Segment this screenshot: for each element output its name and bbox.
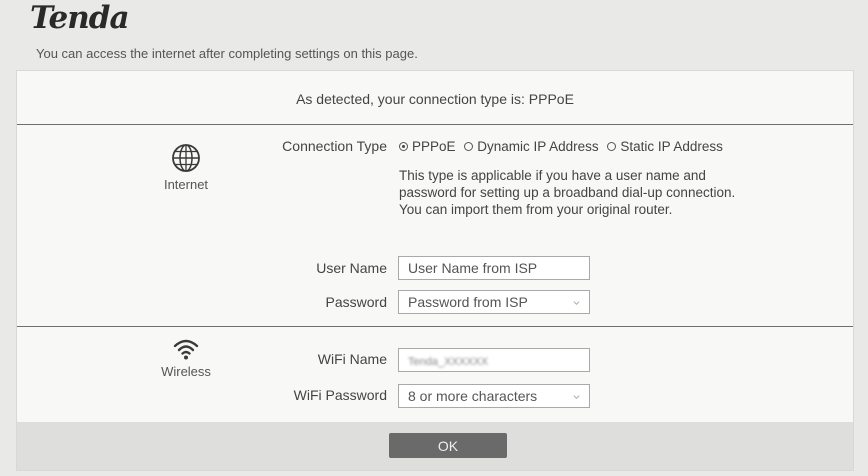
tenda-logo: Tenda	[30, 0, 130, 36]
radio-dynamic-ip[interactable]: Dynamic IP Address	[464, 139, 599, 154]
connection-type-label: Connection Type	[282, 138, 387, 154]
password-label: Password	[325, 294, 387, 310]
radio-static-ip-label: Static IP Address	[620, 139, 723, 154]
radio-static-ip[interactable]: Static IP Address	[607, 139, 723, 154]
radio-unselected-icon	[607, 142, 617, 151]
page-subtitle: You can access the internet after comple…	[36, 46, 418, 61]
radio-dynamic-ip-label: Dynamic IP Address	[477, 139, 599, 154]
footer-bar: OK	[17, 422, 853, 470]
wireless-section-label: Wireless	[161, 364, 211, 379]
radio-selected-icon	[399, 142, 408, 151]
radio-unselected-icon	[464, 142, 474, 151]
divider-top	[17, 124, 853, 125]
password-input[interactable]: Password from ISP	[398, 290, 590, 314]
wifi-password-placeholder: 8 or more characters	[408, 388, 538, 404]
wireless-section: Wireless	[126, 338, 246, 379]
wifi-name-input[interactable]: Tenda_XXXXXX	[398, 348, 590, 372]
wifi-password-label: WiFi Password	[293, 387, 387, 403]
connection-type-description: This type is applicable if you have a us…	[399, 168, 736, 217]
username-input[interactable]: User Name from ISP	[398, 256, 590, 280]
wifi-name-value: Tenda_XXXXXX	[408, 356, 489, 368]
username-placeholder: User Name from ISP	[408, 260, 538, 276]
wifi-name-label: WiFi Name	[317, 351, 387, 367]
wifi-password-input[interactable]: 8 or more characters	[398, 384, 590, 408]
chevron-down-icon[interactable]	[573, 299, 580, 306]
internet-section: Internet	[126, 143, 246, 192]
detected-connection-text: As detected, your connection type is: PP…	[296, 91, 574, 107]
globe-icon	[172, 144, 200, 172]
username-label: User Name	[316, 260, 387, 276]
settings-panel: As detected, your connection type is: PP…	[16, 70, 854, 471]
password-placeholder: Password from ISP	[408, 294, 528, 310]
connection-type-radios: PPPoE Dynamic IP Address Static IP Addre…	[399, 139, 728, 154]
ok-button[interactable]: OK	[389, 433, 507, 458]
chevron-down-icon[interactable]	[573, 393, 580, 400]
radio-pppoe-label: PPPoE	[412, 139, 456, 154]
radio-pppoe[interactable]: PPPoE	[399, 139, 456, 154]
divider-middle	[17, 326, 853, 327]
wifi-icon	[173, 339, 199, 360]
internet-section-label: Internet	[163, 177, 209, 192]
